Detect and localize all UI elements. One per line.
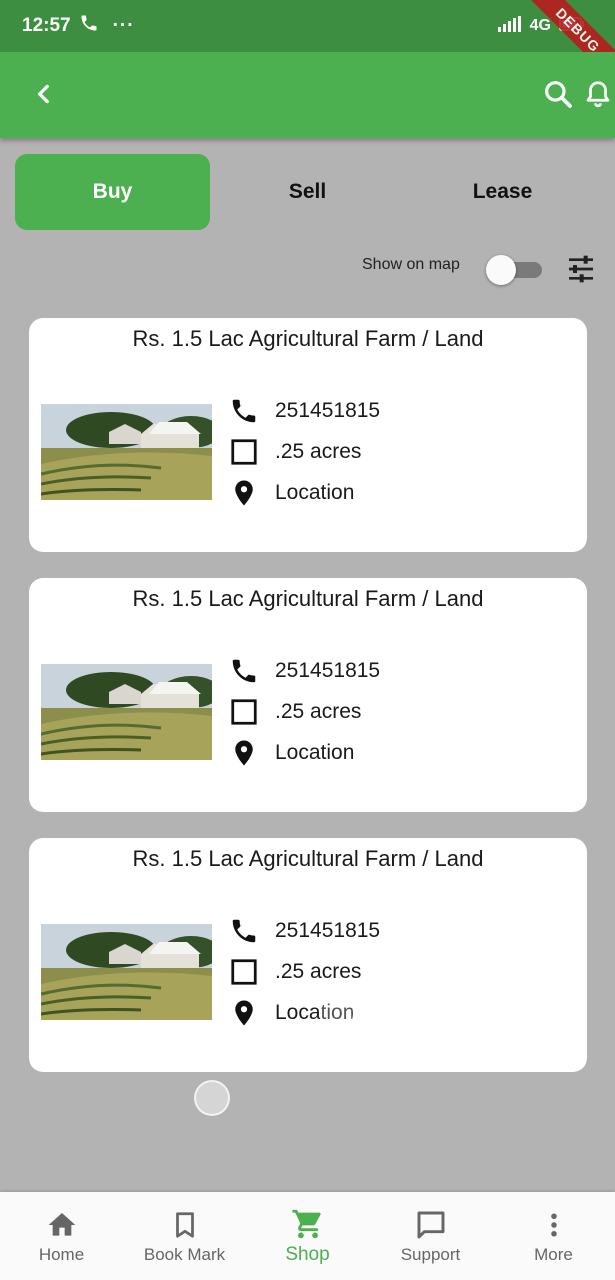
listing-area: .25 acres bbox=[275, 700, 362, 723]
home-icon bbox=[45, 1208, 79, 1242]
listing-area: .25 acres bbox=[275, 440, 362, 463]
nav-support-label: Support bbox=[400, 1244, 461, 1264]
filter-button[interactable] bbox=[562, 250, 600, 288]
nav-home-label: Home bbox=[38, 1244, 85, 1264]
phone-icon bbox=[227, 914, 261, 948]
notifications-button[interactable] bbox=[578, 74, 615, 114]
phone-row: 251451815 bbox=[227, 652, 380, 690]
listing-phone: 251451815 bbox=[275, 659, 381, 682]
nav-shop-label: Shop bbox=[285, 1243, 330, 1265]
listing-area: .25 acres bbox=[275, 960, 362, 983]
tab-lease[interactable]: Lease bbox=[405, 154, 600, 230]
switch-knob bbox=[486, 255, 516, 285]
location-pin-icon bbox=[227, 476, 261, 510]
tune-icon bbox=[569, 255, 593, 283]
listing-card[interactable]: Rs. 1.5 Lac Agricultural Farm / Land 251… bbox=[29, 838, 587, 1072]
signal-icon bbox=[497, 15, 522, 37]
tab-buy[interactable]: Buy bbox=[15, 154, 210, 230]
listing-title: Rs. 1.5 Lac Agricultural Farm / Land bbox=[132, 846, 484, 871]
area-row: .25 acres bbox=[227, 693, 361, 731]
listing-location[interactable]: Location bbox=[275, 741, 354, 765]
nav-bookmark-label: Book Mark bbox=[143, 1244, 226, 1264]
chat-icon bbox=[414, 1208, 448, 1242]
chevron-left-icon bbox=[38, 84, 49, 104]
nav-home[interactable]: Home bbox=[0, 1192, 123, 1280]
nav-more-label: More bbox=[534, 1244, 573, 1264]
farm-image bbox=[41, 404, 212, 500]
listing-card[interactable]: Rs. 1.5 Lac Agricultural Farm / Land 251… bbox=[29, 318, 587, 552]
network-type: 4G bbox=[529, 17, 551, 34]
area-row: .25 acres bbox=[227, 433, 361, 471]
status-bar: 12:57 ··· 4G DEBUG bbox=[0, 0, 615, 92]
location-pin-icon bbox=[227, 996, 261, 1030]
nav-shop[interactable]: Shop bbox=[246, 1192, 369, 1280]
listing-title: Rs. 1.5 Lac Agricultural Farm / Land bbox=[132, 586, 484, 611]
bell-icon bbox=[586, 81, 610, 108]
listing-phone: 251451815 bbox=[275, 399, 381, 422]
nav-support[interactable]: Support bbox=[369, 1192, 492, 1280]
listing-phone: 251451815 bbox=[275, 919, 381, 942]
bookmark-icon bbox=[168, 1208, 202, 1242]
listing-location[interactable]: Location bbox=[275, 481, 354, 505]
phone-call-icon bbox=[79, 13, 99, 39]
listing-title: Rs. 1.5 Lac Agricultural Farm / Land bbox=[132, 326, 484, 351]
touch-indicator bbox=[194, 1080, 230, 1116]
phone-icon bbox=[227, 394, 261, 428]
show-on-map-label: Show on map bbox=[362, 256, 460, 273]
map-toggle-row: Show on map bbox=[0, 248, 615, 288]
touch-indicator bbox=[319, 995, 355, 1031]
nav-bookmark[interactable]: Book Mark bbox=[123, 1192, 246, 1280]
search-icon bbox=[545, 81, 572, 108]
show-on-map-switch[interactable] bbox=[486, 254, 542, 285]
location-row: Location bbox=[227, 474, 354, 512]
phone-icon bbox=[227, 654, 261, 688]
phone-row: 251451815 bbox=[227, 912, 380, 950]
touch-indicator bbox=[456, 986, 492, 1022]
back-button[interactable] bbox=[24, 74, 64, 114]
more-vertical-icon bbox=[537, 1208, 571, 1242]
location-pin-icon bbox=[227, 736, 261, 770]
app-bar bbox=[0, 52, 615, 138]
location-row: Location bbox=[227, 734, 354, 772]
status-time: 12:57 bbox=[22, 15, 71, 36]
square-icon bbox=[227, 435, 261, 469]
bottom-navigation: Home Book Mark Shop Support More bbox=[0, 1192, 615, 1280]
farm-image bbox=[41, 924, 212, 1020]
search-button[interactable] bbox=[538, 74, 578, 114]
tab-sell[interactable]: Sell bbox=[210, 154, 405, 230]
cart-icon bbox=[291, 1207, 325, 1241]
farm-image bbox=[41, 664, 212, 760]
area-row: .25 acres bbox=[227, 953, 361, 991]
square-icon bbox=[227, 695, 261, 729]
status-dots: ··· bbox=[112, 15, 135, 36]
listing-card[interactable]: Rs. 1.5 Lac Agricultural Farm / Land 251… bbox=[29, 578, 587, 812]
phone-row: 251451815 bbox=[227, 392, 380, 430]
buy-sell-lease-tabs: Buy Sell Lease bbox=[15, 154, 600, 230]
square-icon bbox=[227, 955, 261, 989]
nav-more[interactable]: More bbox=[492, 1192, 615, 1280]
